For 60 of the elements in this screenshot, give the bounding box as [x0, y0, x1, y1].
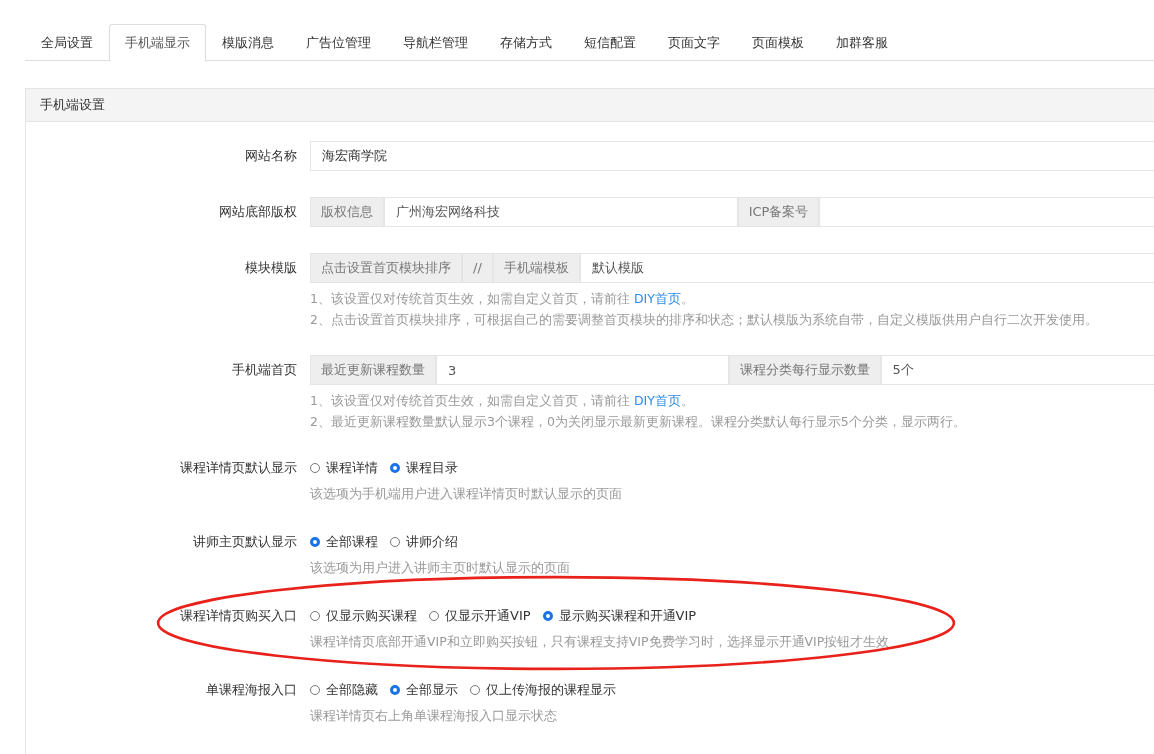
diy-link[interactable]: DIY首页 [633, 291, 681, 306]
input-field[interactable]: 默认模版 [579, 253, 1154, 283]
radio-label[interactable]: 全部课程 [326, 531, 378, 553]
radio-button[interactable] [390, 463, 400, 473]
input-addon: 点击设置首页模块排序 [310, 253, 462, 283]
input-field[interactable] [819, 197, 1154, 227]
panel-title: 手机端设置 [26, 89, 1154, 122]
radio-label[interactable]: 课程详情 [326, 457, 378, 479]
radio-label[interactable]: 讲师介绍 [406, 531, 458, 553]
field-label: 讲师主页默认显示 [192, 533, 298, 551]
field-label: 手机端首页 [231, 361, 298, 379]
input-addon: 最近更新课程数量 [310, 355, 436, 385]
radio-option[interactable]: 全部显示 [390, 679, 458, 701]
field-label: 网站底部版权 [218, 203, 298, 221]
radio-option[interactable]: 课程详情 [310, 457, 378, 479]
help-text: 2、点击设置首页模块排序，可根据自己的需要调整首页模块的排序和状态；默认模版为系统自带，自定义模版供用户自行二次开发使用。 [310, 311, 1099, 329]
diy-link[interactable]: DIY首页 [633, 393, 681, 408]
tab[interactable]: 导航栏管理 [387, 24, 484, 60]
tab[interactable]: 模版消息 [206, 24, 290, 60]
input-addon: 手机端模板 [492, 253, 580, 283]
radio-button[interactable] [310, 537, 320, 547]
radio-option[interactable]: 课程目录 [390, 457, 458, 479]
tab[interactable]: 手机端显示 [109, 24, 206, 62]
help-text: 该选项为手机端用户进入课程详情页时默认显示的页面 [310, 485, 623, 503]
help-text: 2、最近更新课程数量默认显示3个课程，0为关闭显示最新更新课程。课程分类默认每行显示5个分类，显示两行。 [310, 413, 967, 431]
radio-option[interactable]: 仅显示开通VIP [429, 605, 531, 627]
radio-option[interactable]: 全部隐藏 [310, 679, 378, 701]
field-label: 网站名称 [244, 147, 298, 165]
radio-button[interactable] [542, 611, 553, 621]
input-field[interactable]: 广州海宏网络科技 [384, 197, 738, 227]
radio-label[interactable]: 仅显示开通VIP [445, 605, 531, 627]
help-text: 课程详情页右上角单课程海报入口显示状态 [310, 707, 558, 725]
input-addon: 版权信息 [310, 197, 384, 227]
tab[interactable]: 短信配置 [568, 24, 652, 60]
input-addon: // [462, 253, 493, 283]
tab[interactable]: 页面文字 [652, 24, 736, 60]
input-addon: 课程分类每行显示数量 [728, 355, 881, 385]
radio-label[interactable]: 全部显示 [406, 679, 458, 701]
tab[interactable]: 广告位管理 [290, 24, 387, 60]
field-label: 课程详情页购买入口 [179, 607, 298, 625]
tab[interactable]: 存储方式 [484, 24, 568, 60]
field-label: 课程详情页默认显示 [179, 459, 298, 477]
field-label: 单课程海报入口 [205, 681, 298, 699]
help-text: 课程详情页底部开通VIP和立即购买按钮，只有课程支持VIP免费学习时，选择显示开通VIP按钮才生效 [310, 633, 891, 651]
input-field[interactable]: 3 [436, 355, 729, 385]
help-text: 1、该设置仅对传统首页生效，如需自定义首页，请前往 DIY首页。 [310, 290, 695, 308]
field-label: 模块模版 [244, 259, 298, 277]
tab[interactable]: 加群客服 [820, 24, 904, 60]
radio-button[interactable] [390, 685, 400, 695]
radio-option[interactable]: 全部课程 [310, 531, 378, 553]
radio-label[interactable]: 课程目录 [406, 457, 458, 479]
help-text: 该选项为用户进入讲师主页时默认显示的页面 [310, 559, 571, 577]
input-field[interactable]: 5个 [880, 355, 1154, 385]
radio-option[interactable]: 讲师介绍 [390, 531, 458, 553]
input-field[interactable]: 海宏商学院 [310, 141, 1154, 171]
tab[interactable]: 全局设置 [25, 24, 109, 60]
radio-label[interactable]: 全部隐藏 [326, 679, 378, 701]
tab[interactable]: 页面模板 [736, 24, 820, 60]
input-addon: ICP备案号 [737, 197, 820, 227]
help-text: 1、该设置仅对传统首页生效，如需自定义首页，请前往 DIY首页。 [310, 392, 695, 410]
